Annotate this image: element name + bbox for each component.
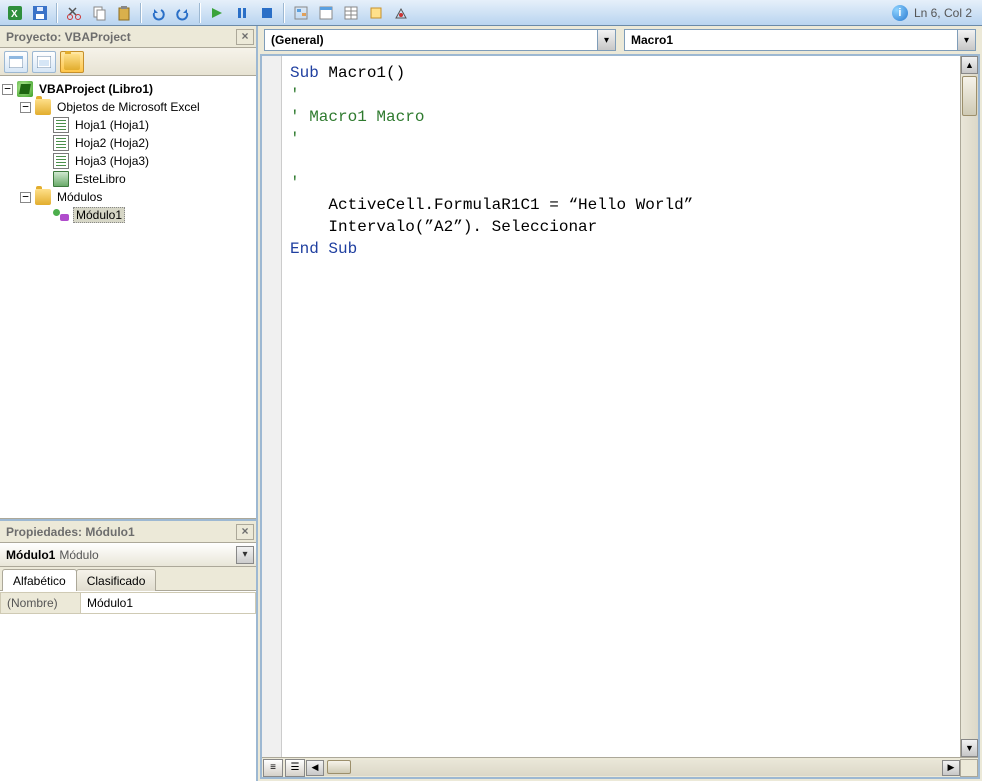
help-icon[interactable]: i [892,5,908,21]
scope-combo[interactable]: (General) [264,29,616,51]
excel-icon[interactable]: X [4,3,26,23]
properties-pane: Propiedades: Módulo1 × Módulo1 Módulo Al… [0,519,256,781]
tree-modules-folder[interactable]: Módulos [2,188,254,206]
tab-categorized[interactable]: Clasificado [76,569,157,591]
procedure-view-icon[interactable]: ≡ [263,759,283,777]
object-type: Módulo [55,548,98,562]
properties-object-selector[interactable]: Módulo1 Módulo [0,543,256,567]
tree-module1[interactable]: Módulo1 [2,206,254,224]
vertical-scrollbar[interactable]: ▲ ▼ [960,56,978,757]
tree-sheet2[interactable]: Hoja2 (Hoja2) [2,134,254,152]
project-pane-close-icon[interactable]: × [236,29,254,45]
stop-icon[interactable] [256,3,278,23]
project-toolbar [0,48,256,76]
pause-icon[interactable] [231,3,253,23]
scroll-right-icon[interactable]: ▶ [942,760,960,776]
properties-pane-close-icon[interactable]: × [236,524,254,540]
tree-objects-folder[interactable]: Objetos de Microsoft Excel [2,98,254,116]
toggle-folders-icon[interactable] [60,51,84,73]
main-toolbar: X i Ln 6, Col 2 [0,0,982,26]
module-icon [53,207,69,223]
project-icon [17,81,33,97]
undo-icon[interactable] [147,3,169,23]
editor-combo-row: (General) Macro1 [258,26,982,54]
scroll-thumb[interactable] [962,76,977,116]
toolbox-icon[interactable] [390,3,412,23]
save-icon[interactable] [29,3,51,23]
properties-grid[interactable]: (Nombre) Módulo1 [0,591,256,781]
tree-workbook-label: EsteLibro [73,172,128,186]
worksheet-icon [53,153,69,169]
scroll-down-icon[interactable]: ▼ [961,739,978,757]
properties-pane-title-text: Propiedades: Módulo1 [6,525,135,539]
editor-margin [262,56,282,757]
copy-icon[interactable] [88,3,110,23]
redo-icon[interactable] [172,3,194,23]
editor-bottom-bar: ≡ ☰ ◀ ▶ [262,757,978,777]
paste-icon[interactable] [113,3,135,23]
dropdown-icon[interactable] [236,546,254,564]
tree-root-label: VBAProject (Libro1) [37,82,155,96]
code-editor: Sub Macro1() ' ' Macro1 Macro ' ' Active… [260,54,980,779]
object-name: Módulo1 [2,548,55,562]
design-mode-icon[interactable] [290,3,312,23]
scroll-up-icon[interactable]: ▲ [961,56,978,74]
scroll-corner [960,759,978,777]
project-pane-title-text: Proyecto: VBAProject [6,30,131,44]
procedure-combo-text: Macro1 [625,33,957,47]
project-pane-title: Proyecto: VBAProject × [0,26,256,48]
tree-sheet-label: Hoja2 (Hoja2) [73,136,151,150]
expander-icon[interactable] [20,192,31,203]
tree-module1-label: Módulo1 [73,207,125,223]
scroll-left-icon[interactable]: ◀ [306,760,324,776]
prop-name-label: (Nombre) [1,593,81,614]
worksheet-icon [53,135,69,151]
scope-combo-text: (General) [265,33,597,47]
tree-folder-label: Objetos de Microsoft Excel [55,100,202,114]
scroll-thumb[interactable] [327,760,351,774]
tree-sheet1[interactable]: Hoja1 (Hoja1) [2,116,254,134]
folder-icon [35,189,51,205]
properties-pane-title: Propiedades: Módulo1 × [0,521,256,543]
prop-name-value[interactable]: Módulo1 [81,593,256,614]
dropdown-icon[interactable] [597,30,615,50]
view-object-icon[interactable] [32,51,56,73]
horizontal-scrollbar[interactable]: ◀ ▶ [306,760,960,776]
workbook-icon [53,171,69,187]
properties-window-icon[interactable] [340,3,362,23]
tree-sheet3[interactable]: Hoja3 (Hoja3) [2,152,254,170]
folder-icon [35,99,51,115]
project-tree[interactable]: VBAProject (Libro1) Objetos de Microsoft… [0,76,256,519]
cut-icon[interactable] [63,3,85,23]
tree-sheet-label: Hoja1 (Hoja1) [73,118,151,132]
expander-icon[interactable] [2,84,13,95]
svg-text:X: X [11,9,18,20]
tree-sheet-label: Hoja3 (Hoja3) [73,154,151,168]
tab-alphabetic[interactable]: Alfabético [2,569,77,591]
expander-icon[interactable] [20,102,31,113]
object-browser-icon[interactable] [365,3,387,23]
full-module-view-icon[interactable]: ☰ [285,759,305,777]
tree-modules-label: Módulos [55,190,104,204]
procedure-combo[interactable]: Macro1 [624,29,976,51]
view-code-icon[interactable] [4,51,28,73]
worksheet-icon [53,117,69,133]
proj-explorer-icon[interactable] [315,3,337,23]
run-icon[interactable] [206,3,228,23]
cursor-position: Ln 6, Col 2 [914,6,972,20]
code-area[interactable]: Sub Macro1() ' ' Macro1 Macro ' ' Active… [282,56,960,757]
dropdown-icon[interactable] [957,30,975,50]
properties-tabs: Alfabético Clasificado [0,567,256,591]
